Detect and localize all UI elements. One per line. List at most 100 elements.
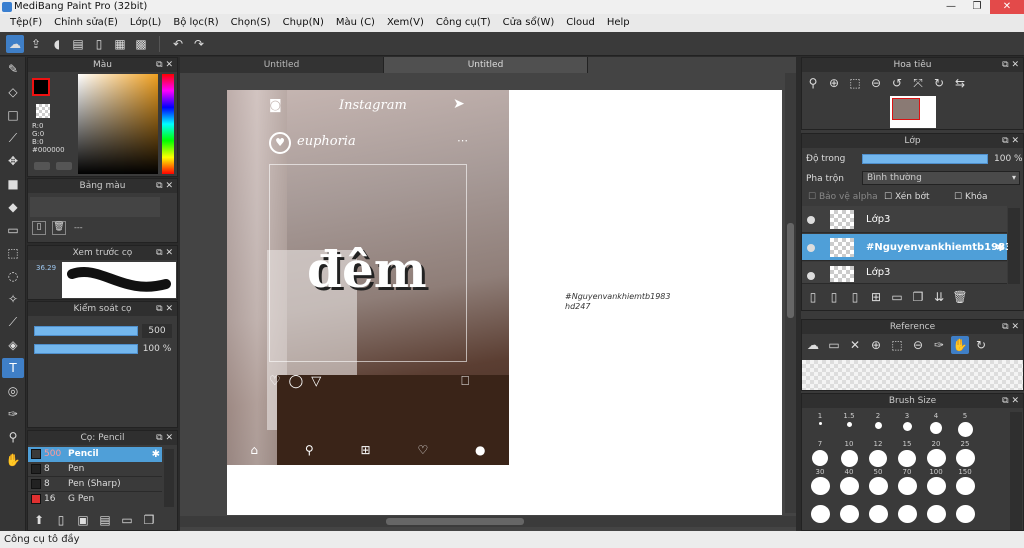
brush-size-cell[interactable]: 25 <box>951 440 979 467</box>
maximize-button[interactable]: ❐ <box>964 0 990 14</box>
rotate-right-icon[interactable]: ↻ <box>930 74 948 92</box>
select-tool-icon[interactable]: ⬚ <box>2 243 24 263</box>
menu-help[interactable]: Help <box>601 14 636 32</box>
panel-controls[interactable]: ⧉ ✕ <box>1002 134 1019 148</box>
new-layer-1bit-icon[interactable]: ▯ <box>846 288 864 306</box>
undo-icon[interactable]: ↶ <box>169 35 187 53</box>
brush-size-cell[interactable]: 1.5 <box>835 412 863 439</box>
palette-area[interactable] <box>30 197 160 217</box>
minimize-button[interactable]: — <box>938 0 964 14</box>
page-list-icon[interactable]: ▦ <box>111 35 129 53</box>
brush-item[interactable]: 8 Pen <box>28 462 162 477</box>
rotate-icon[interactable]: ↻ <box>972 336 990 354</box>
brush-size-scrollbar[interactable] <box>1010 412 1022 530</box>
canvas-scrollbar-vertical[interactable] <box>785 73 796 513</box>
brush-size-cell[interactable]: 5 <box>951 412 979 439</box>
magic-wand-tool-icon[interactable]: ✧ <box>2 289 24 309</box>
comment-icon[interactable]: ▤ <box>69 35 87 53</box>
new-layer-8bit-icon[interactable]: ▯ <box>825 288 843 306</box>
color-option-button-2[interactable] <box>56 162 72 170</box>
move-tool-icon[interactable]: ✥ <box>2 151 24 171</box>
folder-icon[interactable]: ▭ <box>118 511 136 529</box>
panel-controls[interactable]: ⧉ ✕ <box>1002 394 1019 408</box>
lasso-tool-icon[interactable]: ◌ <box>2 266 24 286</box>
brush-size-cell[interactable]: 100 <box>922 468 950 495</box>
brush-size-cell[interactable]: 40 <box>835 468 863 495</box>
tab-untitled-1[interactable]: Untitled <box>180 57 384 73</box>
line-tool-icon[interactable]: ⟋ <box>2 128 24 148</box>
add-layer-menu-icon[interactable]: ⊞ <box>867 288 885 306</box>
share-icon[interactable]: ⇪ <box>27 35 45 53</box>
brush-size-cell[interactable]: 15 <box>893 440 921 467</box>
menu-edit[interactable]: Chỉnh sửa(E) <box>48 14 124 32</box>
brush-tool-icon[interactable]: ✎ <box>2 59 24 79</box>
brush-size-cell[interactable] <box>864 496 892 523</box>
menu-file[interactable]: Tệp(F) <box>4 14 48 32</box>
new-layer-icon[interactable]: ▯ <box>804 288 822 306</box>
menu-tools[interactable]: Công cụ(T) <box>430 14 497 32</box>
menu-color[interactable]: Màu (C) <box>330 14 381 32</box>
brush-size-cell[interactable] <box>951 496 979 523</box>
canvas-scrollbar-horizontal[interactable] <box>180 516 796 527</box>
brush-size-cell[interactable] <box>806 496 834 523</box>
canvas-text-note[interactable]: #Nguyenvankhiemtb1983 hd247 <box>565 292 670 312</box>
brush-item[interactable]: 16 G Pen <box>28 492 162 507</box>
brush-size-cell[interactable] <box>835 496 863 523</box>
menu-window[interactable]: Cửa sổ(W) <box>497 14 561 32</box>
reference-canvas[interactable] <box>802 360 1023 390</box>
open-folder-icon[interactable]: ▭ <box>825 336 843 354</box>
folder-icon[interactable]: ▭ <box>888 288 906 306</box>
brush-opacity-slider[interactable] <box>34 344 138 354</box>
protect-alpha-checkbox[interactable]: ☐ Bảo vệ alpha <box>808 192 878 202</box>
brush-size-cell[interactable]: 20 <box>922 440 950 467</box>
brush-size-cell[interactable] <box>893 496 921 523</box>
blend-mode-select[interactable]: Bình thường ▾ <box>862 171 1020 185</box>
layer-row[interactable]: #Nguyenvankhiemtb1983 ✱ <box>802 234 1012 261</box>
zoom-in-icon[interactable]: ⊕ <box>825 74 843 92</box>
select-pen-tool-icon[interactable]: ⟋ <box>2 312 24 332</box>
panel-controls[interactable]: ⧉ ✕ <box>156 179 173 193</box>
scroll-thumb[interactable] <box>787 223 794 318</box>
navigator-viewport[interactable] <box>892 98 920 120</box>
speech-icon[interactable]: ◖ <box>48 35 66 53</box>
brush-size-cell[interactable] <box>922 496 950 523</box>
menu-select[interactable]: Chọn(S) <box>225 14 277 32</box>
hue-slider[interactable] <box>162 74 174 174</box>
panel-controls[interactable]: ⧉ ✕ <box>156 246 173 260</box>
new-palette-icon[interactable]: ▯ <box>32 221 46 235</box>
bucket-tool-icon[interactable]: ◆ <box>2 197 24 217</box>
navigator-preview[interactable] <box>890 96 936 128</box>
fit-icon[interactable]: ⤧ <box>909 74 927 92</box>
grid-icon[interactable]: ▩ <box>132 35 150 53</box>
primary-color-swatch[interactable] <box>32 78 50 96</box>
layer-row[interactable]: Lớp3 <box>802 206 1007 233</box>
brush-size-cell[interactable]: 10 <box>835 440 863 467</box>
duplicate-icon[interactable]: ❐ <box>140 511 158 529</box>
brush-size-cell[interactable]: 1 <box>806 412 834 439</box>
close-icon[interactable]: ✕ <box>846 336 864 354</box>
brush-size-cell[interactable]: 150 <box>951 468 979 495</box>
trash-icon[interactable]: 🗑 <box>52 221 66 235</box>
rotate-left-icon[interactable]: ↺ <box>888 74 906 92</box>
brush-item[interactable]: 500 Pencil ✱ <box>28 447 162 462</box>
rect-tool-icon[interactable]: □ <box>2 105 24 125</box>
gradient-tool-icon[interactable]: ▭ <box>2 220 24 240</box>
color-picker-square[interactable] <box>78 74 158 174</box>
clipping-checkbox[interactable]: ☐ Xén bớt <box>884 192 930 202</box>
menu-layer[interactable]: Lớp(L) <box>124 14 167 32</box>
panel-controls[interactable]: ⧉ ✕ <box>156 58 173 72</box>
color-option-button[interactable] <box>34 162 50 170</box>
brush-size-slider[interactable] <box>34 326 138 336</box>
visibility-icon[interactable] <box>807 216 815 224</box>
duplicate-layer-icon[interactable]: ❐ <box>909 288 927 306</box>
brush-size-cell[interactable]: 3 <box>893 412 921 439</box>
brush-size-cell[interactable]: 12 <box>864 440 892 467</box>
hand-tool-icon[interactable]: ✋ <box>2 450 24 470</box>
menu-view[interactable]: Xem(V) <box>381 14 430 32</box>
layer-opacity-slider[interactable] <box>862 154 988 164</box>
flip-icon[interactable]: ⇆ <box>951 74 969 92</box>
select-eraser-tool-icon[interactable]: ◈ <box>2 335 24 355</box>
lock-checkbox[interactable]: ☐ Khóa <box>954 192 988 202</box>
brush-size-cell[interactable]: 4 <box>922 412 950 439</box>
operation-tool-icon[interactable]: ◎ <box>2 381 24 401</box>
